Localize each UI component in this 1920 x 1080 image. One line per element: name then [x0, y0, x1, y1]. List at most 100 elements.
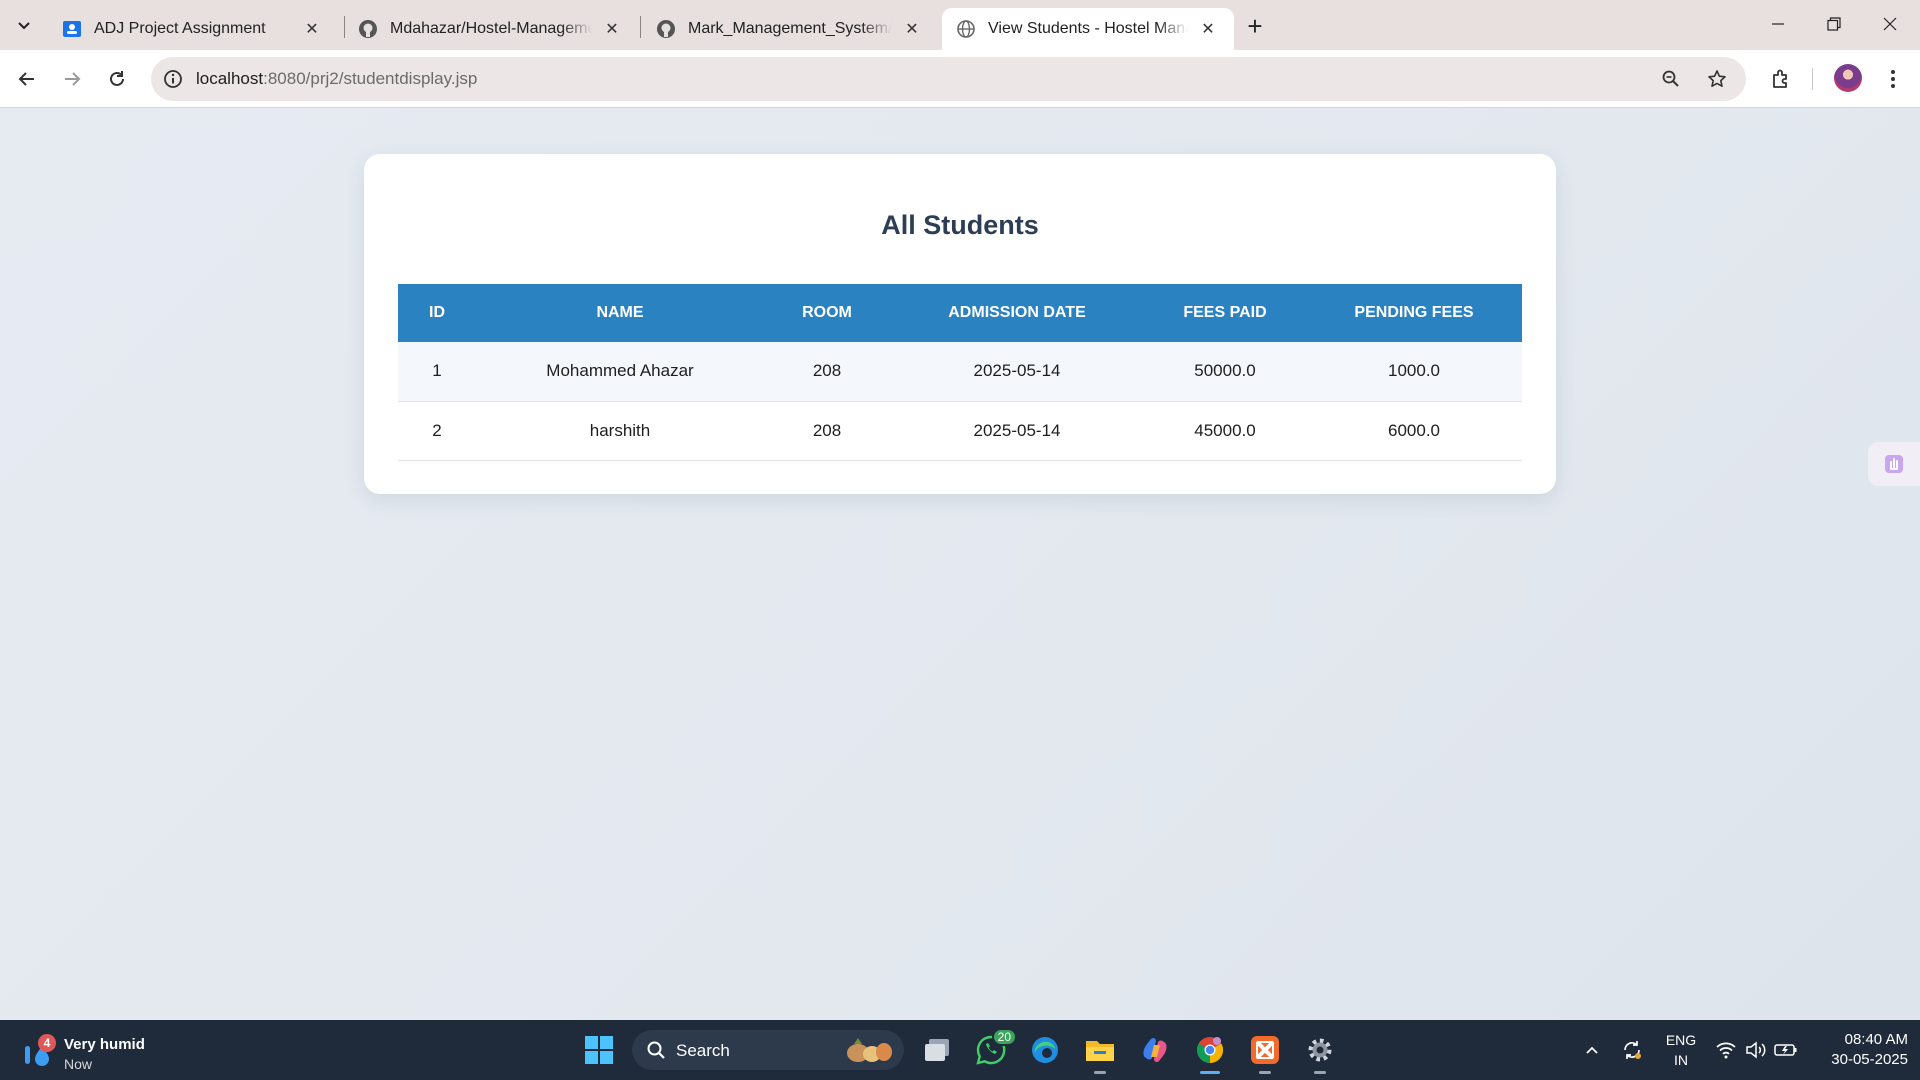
minimize-icon	[1772, 23, 1784, 25]
clock-date: 30-05-2025	[1831, 1051, 1908, 1068]
github-icon	[358, 19, 378, 39]
page-viewport: All Students ID NAME ROOM ADMISSION DATE…	[0, 108, 1920, 1020]
reload-button[interactable]	[100, 62, 134, 96]
back-button[interactable]	[10, 62, 44, 96]
cell-admission-date: 2025-05-14	[890, 342, 1144, 402]
volume-icon[interactable]	[1744, 1038, 1768, 1062]
search-highlight-illustration	[847, 1038, 892, 1062]
weather-subtitle: Now	[64, 1056, 93, 1072]
task-view-button[interactable]	[919, 1032, 955, 1068]
restore-button[interactable]	[1806, 0, 1862, 48]
clock[interactable]: 08:40 AM 30-05-2025	[1808, 1030, 1908, 1070]
whatsapp-badge: 20	[991, 1028, 1017, 1046]
folder-icon	[1086, 1041, 1114, 1061]
language-code: ENG	[1665, 1032, 1697, 1048]
language-region: IN	[1674, 1052, 1688, 1068]
tab-title: Mark_Management_System/out	[688, 20, 892, 37]
tab-hostel-management-repo[interactable]: Mdahazar/Hostel-Management ✕	[344, 8, 638, 50]
edge-icon	[1032, 1037, 1058, 1063]
sync-icon[interactable]	[1620, 1038, 1644, 1062]
zoom-icon[interactable]	[1659, 67, 1683, 91]
windows-logo-icon	[585, 1036, 613, 1064]
classroom-icon	[62, 19, 82, 39]
cell-fees-paid: 50000.0	[1144, 342, 1306, 402]
hand-icon	[1885, 455, 1903, 473]
table-row: 2 harshith 208 2025-05-14 45000.0 6000.0	[398, 401, 1522, 461]
cell-id: 2	[398, 401, 476, 461]
table-row: 1 Mohammed Ahazar 208 2025-05-14 50000.0…	[398, 342, 1522, 402]
arrow-left-icon	[18, 72, 34, 86]
xampp-app[interactable]	[1247, 1032, 1283, 1074]
arrow-right-icon	[65, 72, 81, 86]
tab-view-students[interactable]: View Students - Hostel Management ✕	[942, 8, 1234, 50]
cell-room: 208	[764, 401, 890, 461]
clock-time: 08:40 AM	[1844, 1031, 1908, 1048]
bookmark-star-icon[interactable]	[1705, 67, 1729, 91]
start-button[interactable]	[581, 1032, 617, 1068]
close-icon[interactable]: ✕	[600, 17, 624, 41]
chrome-app[interactable]	[1192, 1032, 1228, 1074]
close-icon[interactable]: ✕	[1196, 17, 1220, 41]
taskbar-search[interactable]: Search	[632, 1030, 904, 1070]
column-header: FEES PAID	[1144, 284, 1306, 342]
cell-admission-date: 2025-05-14	[890, 401, 1144, 461]
gear-icon	[1308, 1038, 1332, 1062]
toolbar-divider	[1812, 68, 1813, 90]
running-indicator	[1259, 1071, 1271, 1074]
table-header-row: ID NAME ROOM ADMISSION DATE FEES PAID PE…	[398, 284, 1522, 342]
column-header: NAME	[476, 284, 764, 342]
site-info-icon[interactable]	[161, 67, 185, 91]
url-text: localhost:8080/prj2/studentdisplay.jsp	[196, 69, 477, 89]
tab-title: Mdahazar/Hostel-Management	[390, 20, 592, 37]
weather-widget[interactable]: 4 Very humid Now	[22, 1028, 182, 1074]
column-header: ROOM	[764, 284, 890, 342]
tab-title: View Students - Hostel Management	[988, 20, 1188, 37]
address-bar[interactable]: localhost:8080/prj2/studentdisplay.jsp	[151, 57, 1746, 101]
column-header: ADMISSION DATE	[890, 284, 1144, 342]
close-icon[interactable]: ✕	[300, 17, 324, 41]
close-icon[interactable]: ✕	[900, 17, 924, 41]
extensions-icon[interactable]	[1766, 64, 1796, 94]
profile-avatar[interactable]	[1834, 64, 1862, 92]
language-indicator[interactable]: ENG IN	[1664, 1030, 1698, 1070]
chevron-down-icon	[18, 22, 30, 30]
tab-separator	[640, 16, 641, 38]
wifi-icon[interactable]	[1714, 1038, 1738, 1062]
search-label: Search	[676, 1041, 730, 1060]
tab-adj-project[interactable]: ADJ Project Assignment ✕	[48, 8, 338, 50]
close-icon	[1883, 17, 1897, 31]
browser-toolbar: localhost:8080/prj2/studentdisplay.jsp	[0, 50, 1920, 108]
cell-id: 1	[398, 342, 476, 402]
page-title: All Students	[881, 210, 1039, 240]
cell-name: harshith	[476, 401, 764, 461]
battery-icon[interactable]	[1774, 1038, 1798, 1062]
xampp-icon	[1251, 1036, 1279, 1064]
cell-fees-paid: 45000.0	[1144, 401, 1306, 461]
weather-title: Very humid	[64, 1036, 145, 1053]
tab-search-button[interactable]	[8, 9, 40, 41]
reload-icon	[110, 71, 124, 86]
cell-pending-fees: 1000.0	[1306, 342, 1522, 402]
forward-button[interactable]	[55, 62, 89, 96]
url-host: localhost	[196, 69, 264, 88]
menu-kebab-icon[interactable]	[1878, 64, 1908, 94]
cell-room: 208	[764, 342, 890, 402]
settings-app[interactable]	[1302, 1032, 1338, 1074]
github-icon	[656, 19, 676, 39]
taskbar: 4 Very humid Now Search 20 ENG IN 08:40 …	[0, 1020, 1920, 1080]
url-path: :8080/prj2/studentdisplay.jsp	[263, 69, 478, 88]
column-header: ID	[398, 284, 476, 342]
minimize-button[interactable]	[1750, 0, 1806, 48]
copilot-app[interactable]	[1137, 1032, 1173, 1068]
tab-strip: ADJ Project Assignment ✕ Mdahazar/Hostel…	[0, 0, 1920, 50]
chevron-up-icon[interactable]	[1580, 1038, 1604, 1062]
edge-app[interactable]	[1027, 1032, 1063, 1068]
cell-name: Mohammed Ahazar	[476, 342, 764, 402]
file-explorer-app[interactable]	[1082, 1032, 1118, 1074]
running-indicator	[1314, 1071, 1326, 1074]
close-window-button[interactable]	[1862, 0, 1918, 48]
side-panel-widget[interactable]	[1868, 442, 1920, 486]
tab-mark-management-repo[interactable]: Mark_Management_System/out ✕	[642, 8, 938, 50]
whatsapp-app[interactable]: 20	[973, 1028, 1017, 1068]
new-tab-button[interactable]: +	[1240, 11, 1270, 41]
